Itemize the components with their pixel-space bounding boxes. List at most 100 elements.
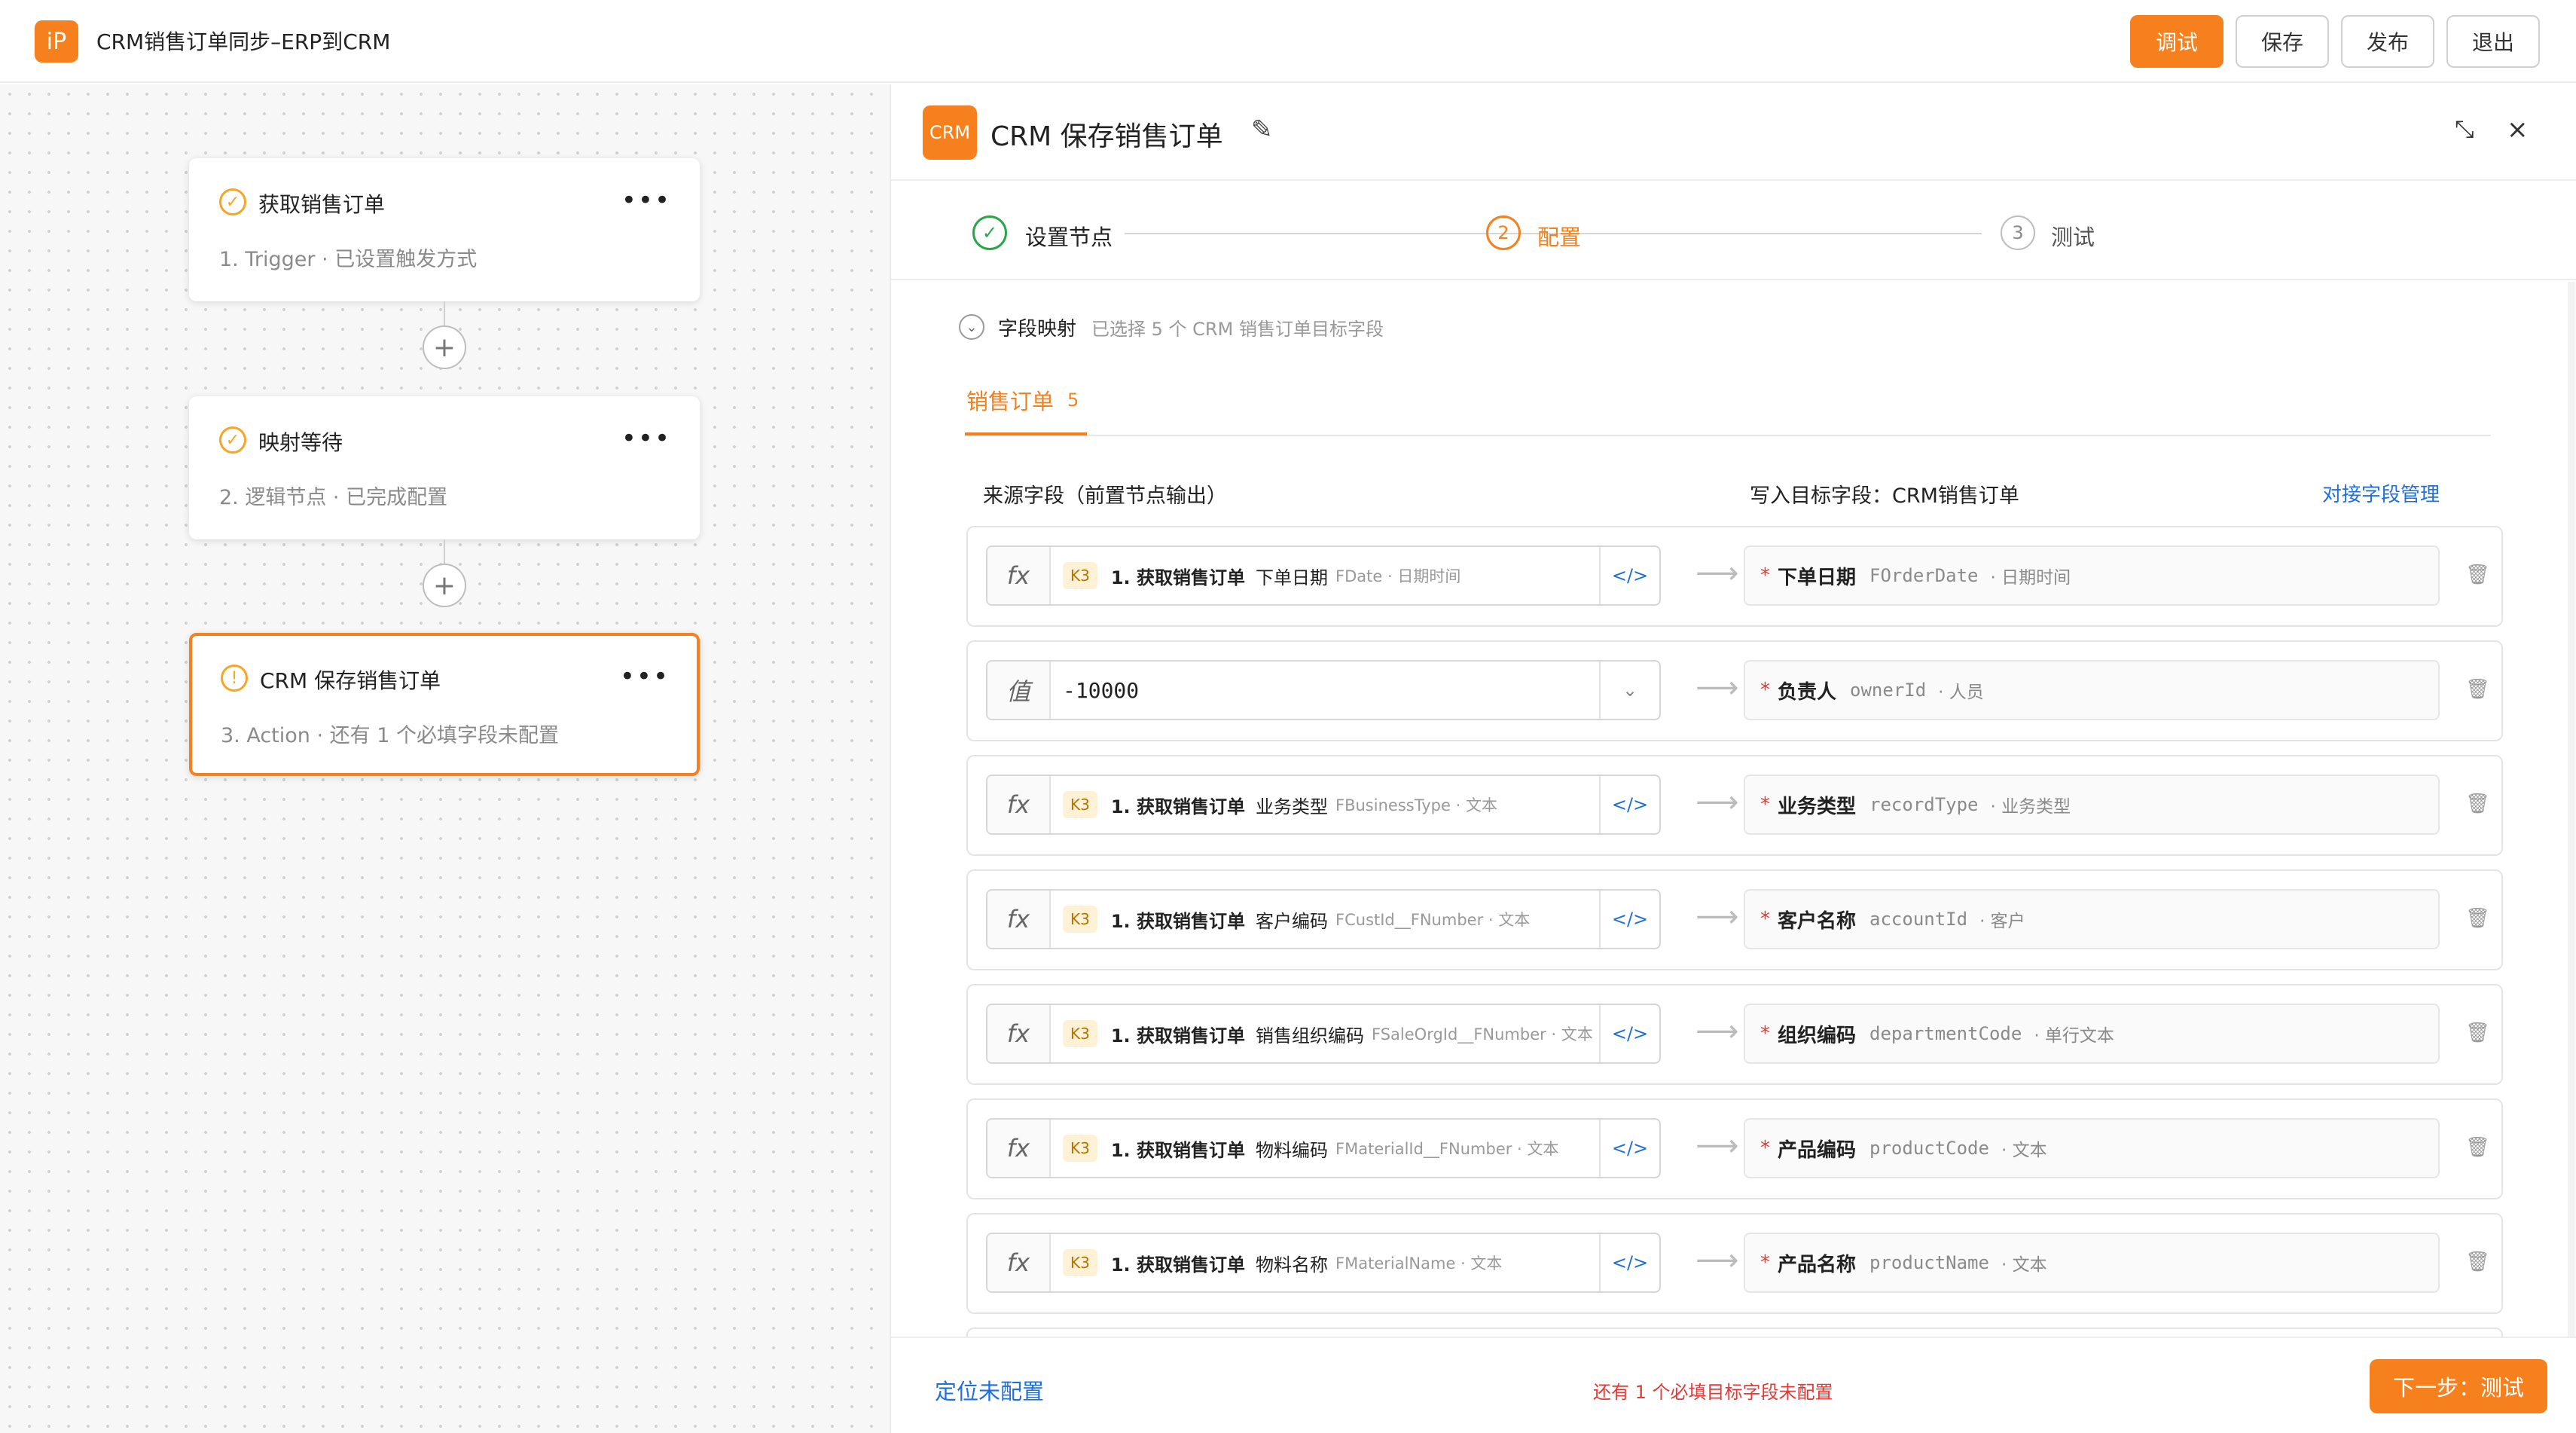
target-field[interactable]: * 客户名称 accountId · 客户 bbox=[1744, 889, 2440, 949]
step-number-test: 3 bbox=[2001, 215, 2035, 250]
source-value[interactable]: -10000 bbox=[1063, 678, 1139, 703]
trash-icon[interactable]: 🗑 bbox=[2465, 678, 2490, 701]
tab-sales-order[interactable]: 销售订单 5 bbox=[966, 384, 1079, 416]
save-button[interactable]: 保存 bbox=[2236, 15, 2329, 68]
step-indicator: ✓ 设置节点 2 配置 3 测试 bbox=[891, 181, 2576, 280]
source-field-input[interactable]: fx K3 1. 获取销售订单 客户编码 FCustId__FNumber · 文本 </… bbox=[986, 889, 1661, 949]
trash-icon[interactable]: 🗑 bbox=[2465, 1022, 2490, 1044]
code-icon[interactable]: </> bbox=[1599, 547, 1659, 604]
target-field[interactable]: * 产品编码 productCode · 文本 bbox=[1744, 1118, 2440, 1178]
source-node-name: 1. 获取销售订单 bbox=[1110, 1025, 1246, 1046]
trash-icon[interactable]: 🗑 bbox=[2465, 793, 2490, 815]
k3-badge: K3 bbox=[1063, 791, 1097, 818]
target-field-name: 产品名称 bbox=[1778, 1253, 1857, 1276]
trash-icon[interactable]: 🗑 bbox=[2465, 1136, 2490, 1159]
step-label-setup[interactable]: 设置节点 bbox=[1025, 220, 1113, 252]
formula-icon[interactable]: fx bbox=[987, 891, 1051, 948]
source-field-input[interactable]: fx K3 1. 获取销售订单 物料编码 FMaterialId__FNumber · … bbox=[986, 1118, 1661, 1178]
more-icon[interactable]: ••• bbox=[621, 423, 671, 454]
source-field-meta: FMaterialId__FNumber · 文本 bbox=[1335, 1140, 1559, 1158]
field-management-link[interactable]: 对接字段管理 bbox=[2322, 479, 2440, 507]
add-node-button[interactable]: + bbox=[423, 325, 466, 369]
source-field-name: 销售组织编码 bbox=[1256, 1025, 1365, 1046]
step-label-test[interactable]: 测试 bbox=[2051, 220, 2095, 252]
step-label-config[interactable]: 配置 bbox=[1537, 220, 1581, 252]
formula-icon[interactable]: fx bbox=[987, 1120, 1051, 1177]
next-step-button[interactable]: 下一步：测试 bbox=[2370, 1359, 2547, 1413]
target-field[interactable]: * 业务类型 recordType · 业务类型 bbox=[1744, 775, 2440, 835]
chevron-down-icon[interactable]: ⌄ bbox=[1599, 662, 1659, 719]
source-field-meta: FMaterialName · 文本 bbox=[1335, 1254, 1503, 1273]
mapping-row: fx K3 1. 获取销售订单 客户编码 FCustId__FNumber · 文本 </… bbox=[966, 869, 2503, 970]
scrollbar[interactable] bbox=[2568, 282, 2575, 1337]
source-node-name: 1. 获取销售订单 bbox=[1110, 1139, 1246, 1161]
source-node-name: 1. 获取销售订单 bbox=[1110, 1254, 1246, 1276]
source-field-input[interactable]: fx K3 1. 获取销售订单 物料名称 FMaterialName · 文本 </> bbox=[986, 1233, 1661, 1293]
workflow-canvas[interactable]: ✓ 获取销售订单 ••• 1. Trigger · 已设置触发方式 + ✓ 映射… bbox=[0, 84, 889, 1433]
code-icon[interactable]: </> bbox=[1599, 1234, 1659, 1291]
target-field-type: · 客户 bbox=[1979, 912, 2025, 931]
section-subtitle: 已选择 5 个 CRM 销售订单目标字段 bbox=[1091, 318, 1384, 340]
arrow-right-icon: ⟶ bbox=[1695, 900, 1739, 934]
source-field-input[interactable]: fx K3 1. 获取销售订单 下单日期 FDate · 日期时间 </> bbox=[986, 545, 1661, 606]
locate-unconfigured-link[interactable]: 定位未配置 bbox=[935, 1374, 1044, 1406]
target-field[interactable]: * 组织编码 departmentCode · 单行文本 bbox=[1744, 1004, 2440, 1064]
formula-icon[interactable]: fx bbox=[987, 547, 1051, 604]
tab-active-indicator bbox=[965, 432, 1087, 435]
source-field-input[interactable]: fx K3 1. 获取销售订单 销售组织编码 FSaleOrgId__FNumber ·… bbox=[986, 1004, 1661, 1064]
arrow-right-icon: ⟶ bbox=[1695, 556, 1739, 591]
source-field-name: 客户编码 bbox=[1256, 910, 1329, 932]
mapping-row: fx K3 1. 获取销售订单 下单日期 FDate · 日期时间 </> ⟶ * 下单日期 FO… bbox=[966, 526, 2503, 627]
code-icon[interactable]: </> bbox=[1599, 776, 1659, 833]
arrow-right-icon: ⟶ bbox=[1695, 1014, 1739, 1049]
target-field-code: recordType bbox=[1869, 794, 1979, 815]
target-field[interactable]: * 下单日期 FOrderDate · 日期时间 bbox=[1744, 545, 2440, 606]
target-field[interactable]: * 负责人 ownerId · 人员 bbox=[1744, 660, 2440, 720]
trash-icon[interactable]: 🗑 bbox=[2465, 1251, 2490, 1273]
top-bar: iP CRM销售订单同步–ERP到CRM 调试 保存 发布 退出 bbox=[0, 0, 2576, 83]
value-mode-icon[interactable]: 值 bbox=[987, 662, 1051, 719]
panel-header: CRM CRM 保存销售订单 ✎ ⤡ × bbox=[891, 84, 2576, 181]
field-mapping-header[interactable]: ⌄ 字段映射 已选择 5 个 CRM 销售订单目标字段 bbox=[959, 312, 1384, 342]
publish-button[interactable]: 发布 bbox=[2341, 15, 2434, 68]
source-field-input[interactable]: 值 -10000 ⌄ bbox=[986, 660, 1661, 720]
more-icon[interactable]: ••• bbox=[621, 185, 671, 215]
add-node-button[interactable]: + bbox=[423, 564, 466, 607]
source-field-input[interactable]: fx K3 1. 获取销售订单 业务类型 FBusinessType · 文本 </> bbox=[986, 775, 1661, 835]
tab-divider bbox=[965, 435, 2491, 436]
target-field-code: FOrderDate bbox=[1869, 565, 1979, 586]
required-marker: * bbox=[1760, 1137, 1770, 1160]
target-field-type: · 人员 bbox=[1938, 683, 1984, 702]
workflow-node-trigger[interactable]: ✓ 获取销售订单 ••• 1. Trigger · 已设置触发方式 bbox=[189, 158, 700, 301]
code-icon[interactable]: </> bbox=[1599, 1120, 1659, 1177]
arrow-right-icon: ⟶ bbox=[1695, 671, 1739, 705]
edit-icon[interactable]: ✎ bbox=[1251, 115, 1273, 145]
app-title: CRM销售订单同步–ERP到CRM bbox=[96, 29, 391, 54]
expand-icon[interactable]: ⤡ bbox=[2455, 115, 2474, 144]
step-line bbox=[1596, 233, 1982, 234]
formula-icon[interactable]: fx bbox=[987, 1005, 1051, 1062]
tab-count-badge: 5 bbox=[1067, 390, 1079, 411]
tab-label: 销售订单 bbox=[966, 389, 1055, 414]
arrow-right-icon: ⟶ bbox=[1695, 785, 1739, 820]
target-field[interactable]: * 产品名称 productName · 文本 bbox=[1744, 1233, 2440, 1293]
code-icon[interactable]: </> bbox=[1599, 891, 1659, 948]
exit-button[interactable]: 退出 bbox=[2446, 15, 2540, 68]
mapping-content: ⌄ 字段映射 已选择 5 个 CRM 销售订单目标字段 销售订单 5 来源字段（… bbox=[891, 282, 2566, 1337]
source-field-name: 物料名称 bbox=[1256, 1254, 1329, 1276]
workflow-node-action[interactable]: ! CRM 保存销售订单 ••• 3. Action · 还有 1 个必填字段未… bbox=[189, 633, 700, 776]
chevron-down-icon[interactable]: ⌄ bbox=[959, 314, 984, 340]
formula-icon[interactable]: fx bbox=[987, 1234, 1051, 1291]
trash-icon[interactable]: 🗑 bbox=[2465, 907, 2490, 930]
code-icon[interactable]: </> bbox=[1599, 1005, 1659, 1062]
workflow-node-logic[interactable]: ✓ 映射等待 ••• 2. 逻辑节点 · 已完成配置 bbox=[189, 396, 700, 539]
close-icon[interactable]: × bbox=[2507, 115, 2529, 145]
trash-icon[interactable]: 🗑 bbox=[2465, 564, 2490, 586]
debug-button[interactable]: 调试 bbox=[2130, 15, 2223, 68]
arrow-right-icon: ⟶ bbox=[1695, 1243, 1739, 1278]
mapping-row bbox=[966, 1328, 2503, 1337]
target-field-type: · 文本 bbox=[2001, 1255, 2047, 1275]
formula-icon[interactable]: fx bbox=[987, 776, 1051, 833]
more-icon[interactable]: ••• bbox=[620, 662, 670, 692]
mapping-row: fx K3 1. 获取销售订单 物料名称 FMaterialName · 文本 </> ⟶ *… bbox=[966, 1213, 2503, 1314]
